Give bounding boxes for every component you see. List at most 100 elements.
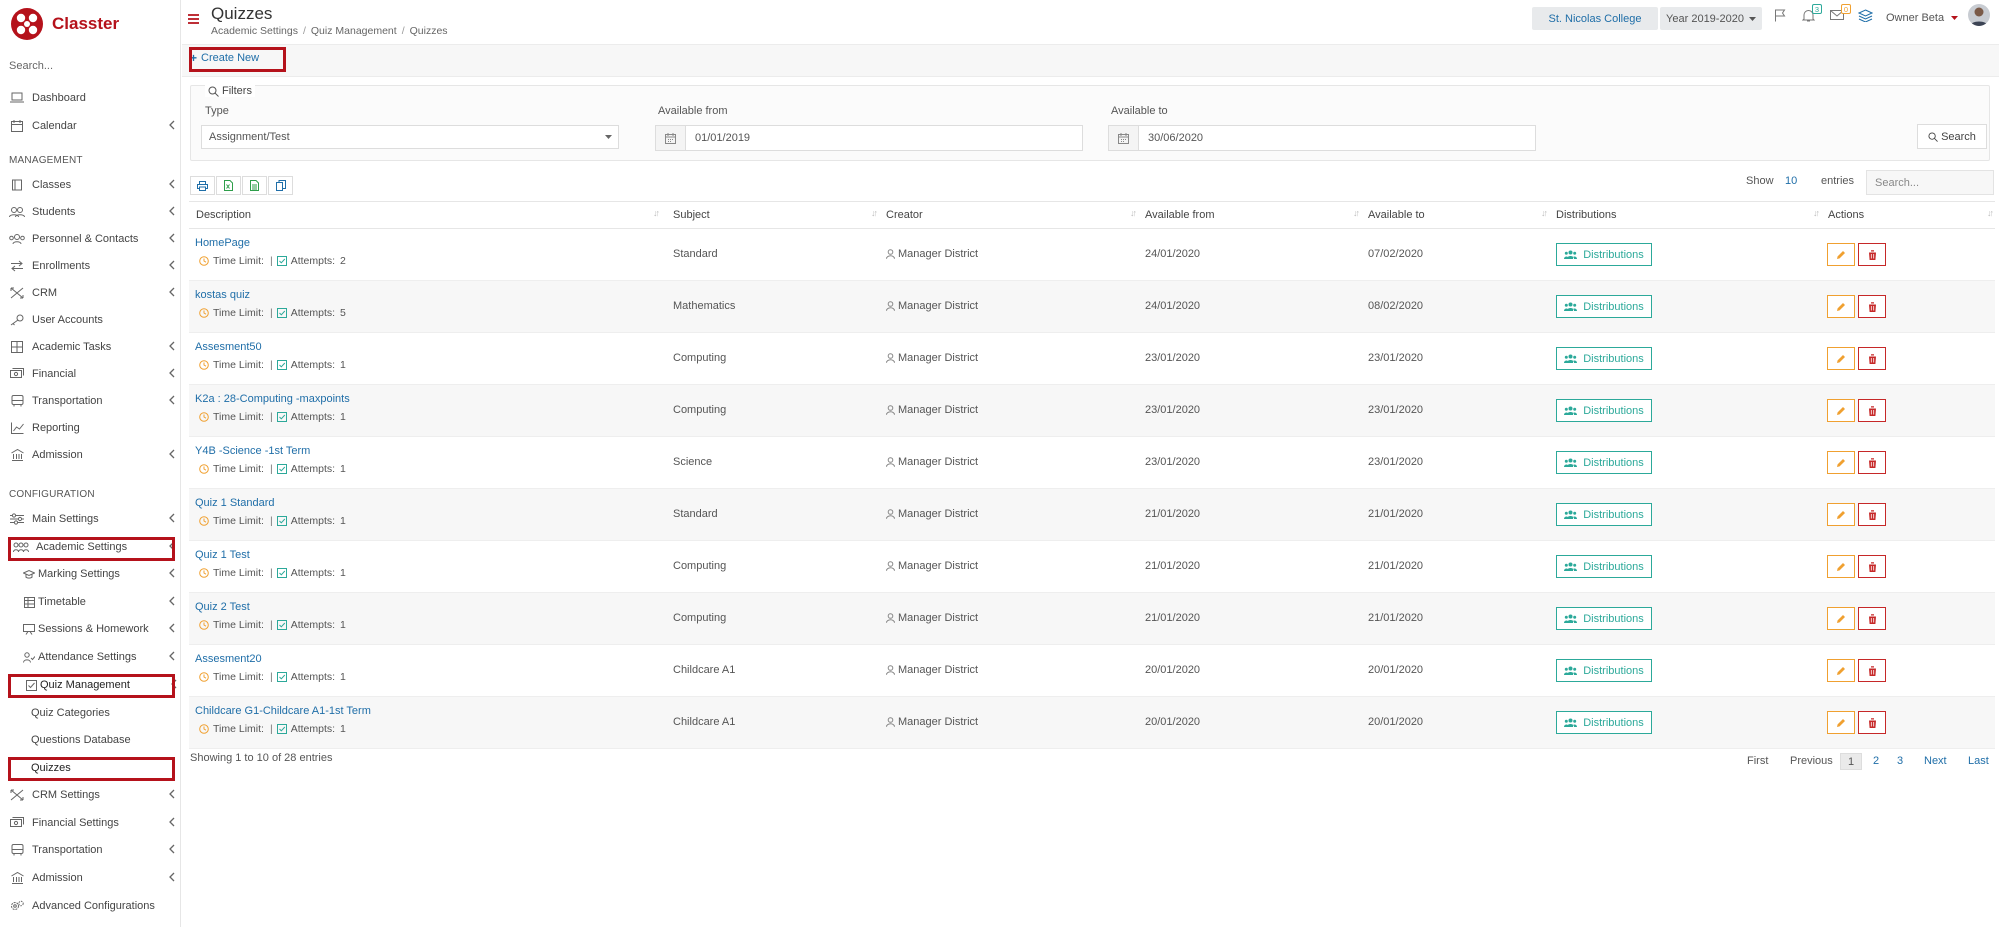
edit-button[interactable]	[1827, 295, 1855, 318]
sidebar-item-personnel-contacts[interactable]: Personnel & Contacts	[9, 230, 177, 248]
column-header-subject[interactable]: Subject	[673, 209, 710, 221]
print-button[interactable]	[190, 176, 215, 195]
sidebar-item-students[interactable]: Students	[9, 203, 177, 221]
sidebar-item-academic-tasks[interactable]: Academic Tasks	[9, 338, 177, 356]
year-selector-button[interactable]: Year 2019-2020	[1660, 7, 1762, 30]
sidebar-item-user-accounts[interactable]: User Accounts	[9, 311, 177, 329]
edit-button[interactable]	[1827, 659, 1855, 682]
delete-button[interactable]	[1858, 503, 1886, 526]
pagination-page-3[interactable]: 3	[1897, 755, 1903, 767]
school-selector-button[interactable]: St. Nicolas College	[1532, 7, 1658, 30]
column-header-available-to[interactable]: Available to	[1368, 209, 1425, 221]
pagination-page-2[interactable]: 2	[1873, 755, 1879, 767]
column-header-distributions[interactable]: Distributions	[1556, 209, 1617, 221]
edit-button[interactable]	[1827, 451, 1855, 474]
sidebar-item-financial[interactable]: Financial	[9, 365, 177, 383]
sidebar-item-sessions-homework[interactable]: Sessions & Homework	[23, 620, 177, 638]
sidebar-item-main-settings[interactable]: Main Settings	[9, 510, 177, 528]
sidebar-item-transportation[interactable]: Transportation	[9, 392, 177, 410]
quiz-description-link[interactable]: Assesment20	[195, 653, 262, 665]
sidebar-item-quiz-categories[interactable]: Quiz Categories	[31, 704, 177, 722]
avatar[interactable]	[1968, 4, 1990, 26]
sidebar-item-financial-settings[interactable]: Financial Settings	[9, 814, 177, 832]
sort-icon[interactable]: ↓↑	[1987, 208, 1994, 218]
quiz-description-link[interactable]: Quiz 1 Test	[195, 549, 250, 561]
sidebar-item-questions-database[interactable]: Questions Database	[31, 731, 177, 749]
user-menu[interactable]: Owner Beta	[1886, 12, 1959, 24]
sidebar-item-marking-settings[interactable]: Marking Settings	[23, 565, 177, 583]
edit-button[interactable]	[1827, 555, 1855, 578]
delete-button[interactable]	[1858, 399, 1886, 422]
sidebar-item-calendar[interactable]: Calendar	[9, 117, 177, 135]
sidebar-item-crm[interactable]: CRM	[9, 284, 177, 302]
sidebar-item-classes[interactable]: Classes	[9, 176, 177, 194]
edit-button[interactable]	[1827, 503, 1855, 526]
delete-button[interactable]	[1858, 295, 1886, 318]
distributions-button[interactable]: Distributions	[1556, 711, 1652, 734]
quiz-description-link[interactable]: K2a : 28-Computing -maxpoints	[195, 393, 350, 405]
sidebar-item-admission[interactable]: Admission	[9, 446, 177, 464]
sort-icon[interactable]: ↓↑	[1353, 208, 1360, 218]
distributions-button[interactable]: Distributions	[1556, 503, 1652, 526]
distributions-button[interactable]: Distributions	[1556, 243, 1652, 266]
delete-button[interactable]	[1858, 451, 1886, 474]
sidebar-item-admission-settings[interactable]: Admission	[9, 869, 177, 887]
available-to-field[interactable]: 30/06/2020	[1108, 125, 1536, 151]
sidebar-item-enrollments[interactable]: Enrollments	[9, 257, 177, 275]
export-csv-button[interactable]	[242, 176, 267, 195]
quiz-description-link[interactable]: Childcare G1-Childcare A1-1st Term	[195, 705, 371, 717]
column-header-creator[interactable]: Creator	[886, 209, 923, 221]
quiz-description-link[interactable]: kostas quiz	[195, 289, 250, 301]
layers-icon[interactable]	[1858, 9, 1873, 22]
pagination-next[interactable]: Next	[1924, 755, 1947, 767]
flag-icon[interactable]	[1774, 9, 1787, 22]
sidebar-item-crm-settings[interactable]: CRM Settings	[9, 786, 177, 804]
copy-button[interactable]	[268, 176, 293, 195]
sidebar-item-transportation-settings[interactable]: Transportation	[9, 841, 177, 859]
quiz-description-link[interactable]: Y4B -Science -1st Term	[195, 445, 310, 457]
envelope-icon[interactable]: 0	[1830, 4, 1851, 21]
breadcrumb-item[interactable]: Academic Settings	[211, 25, 298, 37]
distributions-button[interactable]: Distributions	[1556, 399, 1652, 422]
edit-button[interactable]	[1827, 399, 1855, 422]
delete-button[interactable]	[1858, 555, 1886, 578]
export-excel-button[interactable]	[216, 176, 241, 195]
sidebar-item-advanced-configurations[interactable]: Advanced Configurations	[9, 897, 177, 915]
pagination-first[interactable]: First	[1747, 755, 1768, 767]
sidebar-item-timetable[interactable]: Timetable	[23, 593, 177, 611]
distributions-button[interactable]: Distributions	[1556, 347, 1652, 370]
column-header-description[interactable]: Description	[196, 209, 251, 221]
distributions-button[interactable]: Distributions	[1556, 451, 1652, 474]
edit-button[interactable]	[1827, 607, 1855, 630]
edit-button[interactable]	[1827, 243, 1855, 266]
sidebar-item-attendance-settings[interactable]: Attendance Settings	[23, 648, 177, 666]
quiz-description-link[interactable]: HomePage	[195, 237, 250, 249]
distributions-button[interactable]: Distributions	[1556, 555, 1652, 578]
pagination-previous[interactable]: Previous	[1790, 755, 1833, 767]
quiz-description-link[interactable]: Quiz 1 Standard	[195, 497, 275, 509]
delete-button[interactable]	[1858, 347, 1886, 370]
pagination-page-1[interactable]: 1	[1840, 753, 1862, 770]
sort-icon[interactable]: ↓↑	[1130, 208, 1137, 218]
column-header-available-from[interactable]: Available from	[1145, 209, 1215, 221]
calendar-icon[interactable]	[1109, 126, 1139, 150]
available-from-field[interactable]: 01/01/2019	[655, 125, 1083, 151]
sidebar-item-dashboard[interactable]: Dashboard	[9, 89, 177, 107]
quiz-description-link[interactable]: Quiz 2 Test	[195, 601, 250, 613]
quiz-description-link[interactable]: Assesment50	[195, 341, 262, 353]
sort-icon[interactable]: ↓↑	[653, 208, 660, 218]
page-size-select[interactable]: 10	[1785, 175, 1797, 187]
edit-button[interactable]	[1827, 711, 1855, 734]
distributions-button[interactable]: Distributions	[1556, 659, 1652, 682]
sort-icon[interactable]: ↓↑	[1813, 208, 1820, 218]
delete-button[interactable]	[1858, 607, 1886, 630]
sidebar-search-input[interactable]	[9, 60, 169, 72]
hamburger-menu-icon[interactable]	[188, 14, 199, 24]
sort-icon[interactable]: ↓↑	[871, 208, 878, 218]
type-select[interactable]: Assignment/Test	[201, 125, 619, 149]
logo[interactable]: Classter	[10, 6, 119, 42]
delete-button[interactable]	[1858, 711, 1886, 734]
sort-icon[interactable]: ↓↑	[1541, 208, 1548, 218]
calendar-icon[interactable]	[656, 126, 686, 150]
filter-search-button[interactable]: Search	[1917, 124, 1987, 149]
